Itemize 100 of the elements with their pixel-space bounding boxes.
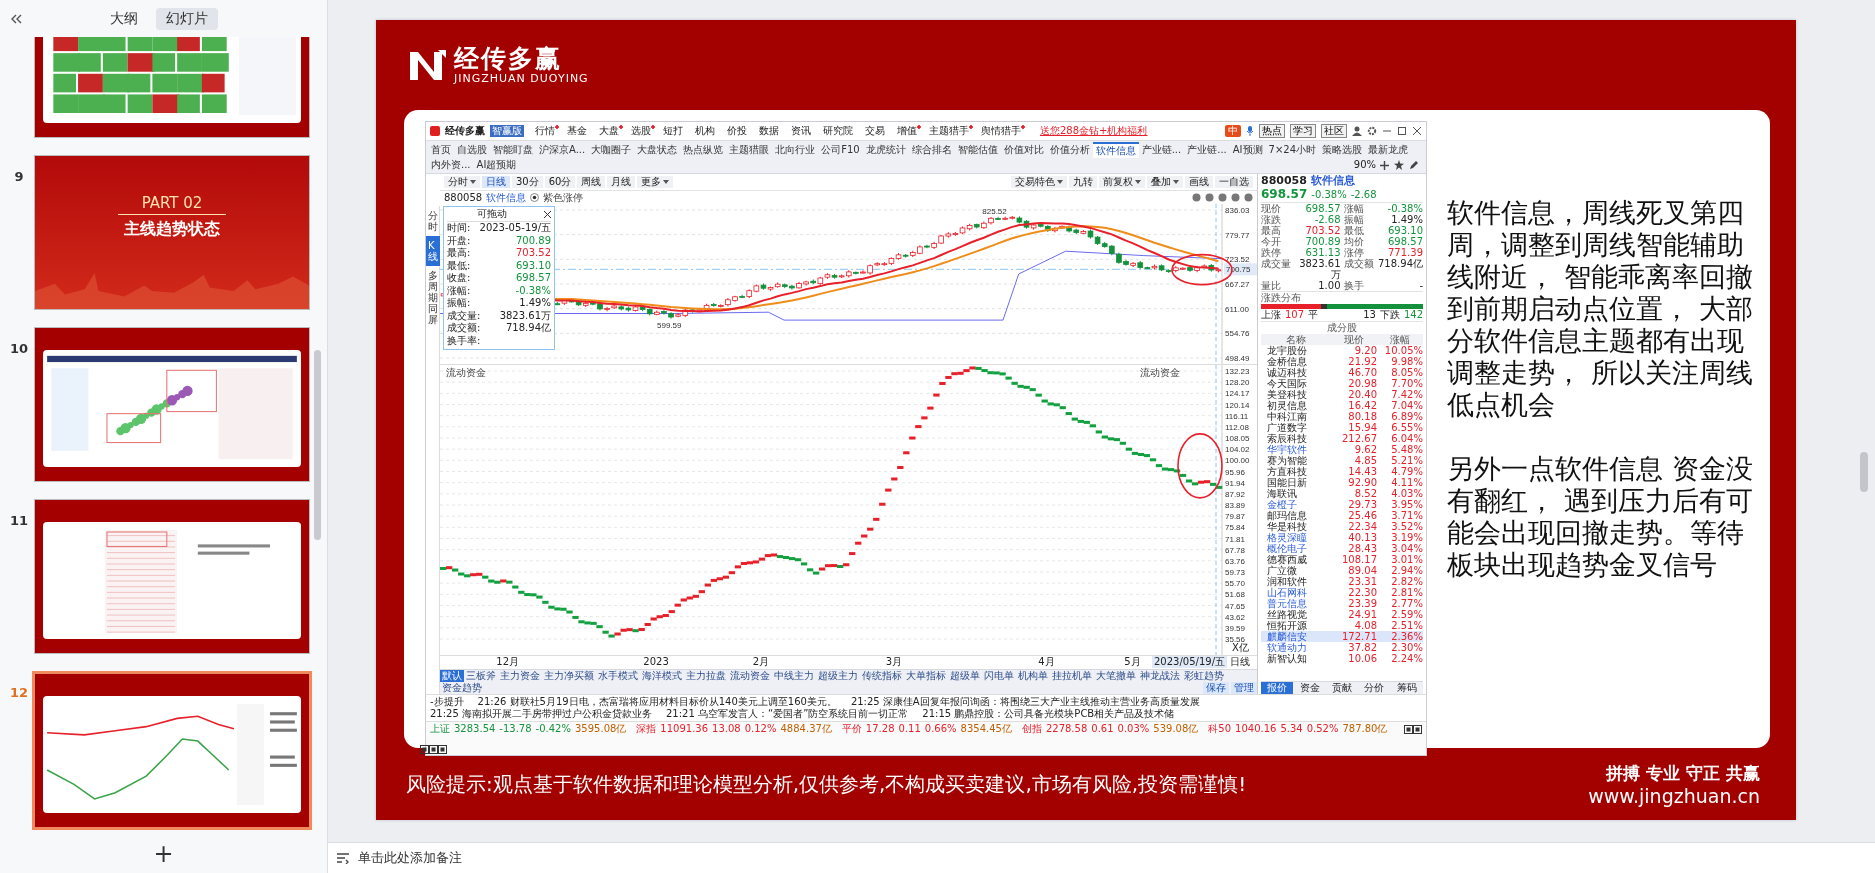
app-tab[interactable]: 策略选股 <box>1319 143 1366 157</box>
period-tab[interactable]: 60分 <box>544 176 576 188</box>
stock-row[interactable]: 丝路视觉 24.91 2.59% <box>1261 609 1423 620</box>
settings-icon[interactable] <box>1367 126 1377 136</box>
menu-item[interactable]: 短打 <box>663 125 687 137</box>
overlay-option[interactable]: 紫色涨停 <box>543 191 584 204</box>
indicator-tab[interactable]: 中线主力 <box>772 670 816 682</box>
radio-icon[interactable] <box>530 193 540 202</box>
status-icon[interactable] <box>438 745 447 754</box>
index-name[interactable]: 上证 <box>430 723 450 735</box>
news-item[interactable]: 21:25 海南拟开展二手房带押过户公积金贷款业务 <box>430 708 652 720</box>
slide-thumbnail[interactable]: PART 02 主线趋势状态 <box>34 155 310 310</box>
app-tab[interactable]: 软件信息 <box>1092 142 1139 158</box>
app-tab[interactable]: 沪深京A... <box>536 143 589 157</box>
stock-row[interactable]: 广道数字 15.94 6.55% <box>1261 422 1423 433</box>
close-icon[interactable] <box>544 210 551 218</box>
app-tab[interactable]: 热点纵览 <box>680 143 727 157</box>
status-icon[interactable] <box>420 745 429 754</box>
stock-row[interactable]: 初灵信息 16.42 7.04% <box>1261 400 1423 411</box>
status-icon[interactable] <box>1404 724 1413 734</box>
panel-tab[interactable]: 筹码 <box>1390 682 1424 694</box>
stock-row[interactable]: 海联讯 8.52 4.03% <box>1261 488 1423 499</box>
period-tab[interactable]: 周线 <box>577 176 606 188</box>
chart-tool-button[interactable]: 交易特色 <box>1011 176 1067 188</box>
top-button[interactable]: 热点 <box>1259 124 1285 138</box>
data-tooltip[interactable]: 可拖动 时间: 2023-05-19/五 开盘: 700.89 最高: 703.52 最低: 693.10 收盘: 698.57 涨幅: -0.38% 振幅: 1.49% 成交量: 3823.61万 成交额: 718.94亿 换手率: <box>443 206 555 350</box>
stock-row[interactable]: 华是科技 22.34 3.52% <box>1261 521 1423 532</box>
stock-row[interactable]: 邮玛信息 25.46 3.71% <box>1261 510 1423 521</box>
menu-item[interactable]: 大盘 <box>599 125 623 137</box>
stock-row[interactable]: 美登科技 20.40 7.42% <box>1261 389 1423 400</box>
chart-tool-button[interactable]: 画线 <box>1185 176 1213 188</box>
stock-row[interactable]: 索辰科技 212.67 6.04% <box>1261 433 1423 444</box>
app-tab[interactable]: 北向行业 <box>772 143 819 157</box>
app-tab[interactable]: 大咖圈子 <box>588 143 635 157</box>
pencil-icon[interactable] <box>1409 160 1419 170</box>
indicator-tab[interactable]: 挂拉机单 <box>1050 670 1094 682</box>
status-icon[interactable] <box>429 745 438 754</box>
stock-row[interactable]: 龙宇股份 9.20 10.05% <box>1261 345 1423 356</box>
menu-item[interactable]: 舆情猎手 <box>981 125 1025 137</box>
menu-item[interactable]: 行情 <box>535 125 559 137</box>
side-tab[interactable]: 分时 <box>426 206 440 236</box>
top-button[interactable]: 社区 <box>1321 124 1347 138</box>
app-tab[interactable]: AI超预期 <box>473 158 520 172</box>
app-tab[interactable]: 首页 <box>428 143 454 157</box>
chart-tool-button[interactable]: 前复权 <box>1099 176 1145 188</box>
app-tab[interactable]: 最新龙虎 <box>1365 143 1412 157</box>
menu-item[interactable]: 增值 <box>897 125 921 137</box>
stock-row[interactable]: 德赛西威 108.17 3.01% <box>1261 554 1423 565</box>
period-tab[interactable]: 月线 <box>607 176 636 188</box>
menu-item[interactable]: 基金 <box>567 125 591 137</box>
stock-row[interactable]: 格灵深瞳 40.13 3.19% <box>1261 532 1423 543</box>
menu-item[interactable]: 价投 <box>727 125 751 137</box>
notes-placeholder[interactable]: 单击此处添加备注 <box>358 849 462 867</box>
news-item[interactable]: 21:26 财联社5月19日电，杰富瑞将应用材料目标价从140美元上调至160美元。 <box>477 696 837 708</box>
stock-row[interactable]: 恒拓开源 4.08 2.51% <box>1261 620 1423 631</box>
indicator-tab[interactable]: 三板斧 <box>464 670 498 682</box>
maximize-icon[interactable] <box>1397 126 1407 136</box>
stock-row[interactable]: 华宇软件 9.62 5.48% <box>1261 444 1423 455</box>
period-tab[interactable]: 更多 <box>637 176 674 188</box>
app-tab[interactable]: 综合排名 <box>908 143 955 157</box>
stock-row[interactable]: 润和软件 23.31 2.82% <box>1261 576 1423 587</box>
zoom-in-icon[interactable] <box>1380 160 1389 170</box>
notes-icon[interactable] <box>336 852 350 864</box>
panel-tab[interactable]: 报价 <box>1261 682 1294 694</box>
indicator-tab[interactable]: 神龙战法 <box>1138 670 1182 682</box>
stock-row[interactable]: 软通动力 37.82 2.30% <box>1261 642 1423 653</box>
app-tab[interactable]: 主题猎眼 <box>726 143 773 157</box>
chart-tool-button[interactable]: 九转 <box>1069 176 1097 188</box>
indicator-tab[interactable]: 大笔撤单 <box>1094 670 1138 682</box>
stock-row[interactable]: 金桥信息 21.92 9.98% <box>1261 356 1423 367</box>
star-icon[interactable] <box>1394 160 1404 170</box>
indicator-tab[interactable]: 传统指标 <box>860 670 904 682</box>
app-tab[interactable]: 7×24小时 <box>1265 143 1320 157</box>
app-tab[interactable]: 价值对比 <box>1000 143 1047 157</box>
indicator-tab[interactable]: 流动资金 <box>728 670 772 682</box>
indicator-tab[interactable]: 资金趋势 <box>440 682 484 694</box>
menu-item[interactable]: 研究院 <box>823 125 857 137</box>
news-item[interactable]: 21:15 鹏鼎控股：公司具备光模块PCB相关产品及技术储 <box>922 708 1175 720</box>
app-tab[interactable]: 产业链... <box>1184 143 1230 157</box>
indicator-tab[interactable]: 主力净买额 <box>542 670 596 682</box>
indicator-tab[interactable]: 机构单 <box>1016 670 1050 682</box>
indicator-action[interactable]: 保存 <box>1203 682 1229 694</box>
stock-row[interactable]: 诚迈科技 46.70 8.05% <box>1261 367 1423 378</box>
stock-row[interactable]: 概伦电子 28.43 3.04% <box>1261 543 1423 554</box>
symbol-name[interactable]: 软件信息 <box>486 191 527 204</box>
stock-row[interactable]: 金橙子 29.73 3.95% <box>1261 499 1423 510</box>
index-name[interactable]: 平价 <box>841 723 862 735</box>
menu-item[interactable]: 主题猎手 <box>929 125 973 137</box>
status-icon[interactable] <box>1413 724 1422 734</box>
stock-row[interactable]: 国能日新 92.90 4.11% <box>1261 477 1423 488</box>
app-tab[interactable]: 自选股 <box>454 143 490 157</box>
collapse-icon[interactable] <box>10 13 22 24</box>
top-button[interactable]: 学习 <box>1290 124 1316 138</box>
stock-row[interactable]: 今天国际 20.98 7.70% <box>1261 378 1423 389</box>
news-item[interactable]: 21:21 乌空军发言人：“爱国者”防空系统目前一切正常 <box>666 708 909 720</box>
slide-thumbnail[interactable] <box>34 327 310 482</box>
add-slide-button[interactable]: + <box>147 842 180 866</box>
stock-row[interactable]: 中科江南 80.18 6.89% <box>1261 411 1423 422</box>
news-item[interactable]: 21:25 深康佳A回复年报问询函：将围绕三大产业主线推动主营业务高质量发展 <box>850 696 1200 708</box>
stock-row[interactable]: 麒麟信安 172.71 2.36% <box>1261 631 1423 642</box>
